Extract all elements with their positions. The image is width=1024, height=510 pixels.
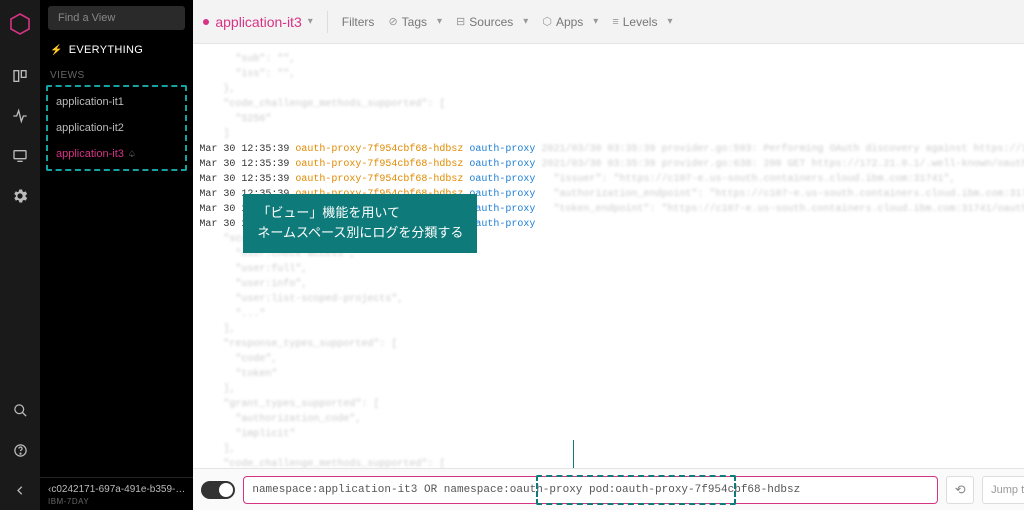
main-area: application-it3 ▾ Filters ⊘Tags▾ ⊟Source… bbox=[193, 0, 1024, 510]
chevron-down-icon: ▾ bbox=[308, 16, 313, 27]
breadcrumb-app[interactable]: application-it3 ▾ bbox=[203, 14, 312, 30]
topbar: application-it3 ▾ Filters ⊘Tags▾ ⊟Source… bbox=[193, 0, 1024, 44]
tags-menu[interactable]: ⊘Tags▾ bbox=[388, 15, 442, 29]
timeframe-input[interactable]: Jump to timeframe bbox=[982, 476, 1024, 504]
breadcrumb-app-label: application-it3 bbox=[215, 14, 301, 30]
sidebar-footer: c0242171-697a-491e-b359-… IBM-7DAY bbox=[40, 477, 193, 510]
pause-toggle[interactable] bbox=[201, 481, 235, 499]
levels-icon: ≡ bbox=[612, 16, 618, 28]
callout-views: 「ビュー」機能を用いて ネームスペース別にログを分類する bbox=[243, 194, 477, 253]
chevron-down-icon: ▾ bbox=[593, 16, 598, 27]
log-viewer[interactable]: "sub": "", "iss": "", }, "code_challenge… bbox=[193, 44, 1024, 468]
bell-icon: ♤ bbox=[128, 149, 136, 159]
sidebar: Find a View EVERYTHING VIEWS application… bbox=[40, 0, 193, 510]
view-item-app-it1[interactable]: application-it1 bbox=[48, 89, 185, 115]
search-icon[interactable] bbox=[0, 390, 40, 430]
sources-menu[interactable]: ⊟Sources▾ bbox=[456, 15, 528, 29]
help-icon[interactable] bbox=[0, 430, 40, 470]
filter-input[interactable]: namespace:application-it3 OR namespace:o… bbox=[243, 476, 938, 504]
settings-icon[interactable] bbox=[0, 176, 40, 216]
filter-text: namespace:application-it3 OR namespace:o… bbox=[252, 484, 800, 496]
views-heading: VIEWS bbox=[40, 64, 193, 85]
monitor-icon[interactable] bbox=[0, 136, 40, 176]
view-item-app-it3[interactable]: application-it3♤ bbox=[48, 141, 185, 167]
plan-label: IBM-7DAY bbox=[48, 497, 185, 506]
views-highlight-box: application-it1 application-it2 applicat… bbox=[46, 85, 187, 171]
sources-icon: ⊟ bbox=[456, 15, 465, 28]
collapse-icon[interactable] bbox=[0, 470, 40, 510]
chevron-down-icon: ▾ bbox=[667, 16, 672, 27]
bottom-bar: namespace:application-it3 OR namespace:o… bbox=[193, 468, 1024, 510]
boards-icon[interactable] bbox=[0, 56, 40, 96]
icon-rail bbox=[0, 0, 40, 510]
find-view-input[interactable]: Find a View bbox=[48, 6, 185, 30]
callout-leader-filter bbox=[573, 440, 783, 468]
separator bbox=[327, 11, 328, 33]
chevron-down-icon: ▾ bbox=[523, 16, 528, 27]
everything-view[interactable]: EVERYTHING bbox=[40, 36, 193, 64]
chevron-down-icon: ▾ bbox=[437, 16, 442, 27]
history-button[interactable]: ⟲ bbox=[946, 476, 974, 504]
pulse-icon[interactable] bbox=[0, 96, 40, 136]
view-item-app-it2[interactable]: application-it2 bbox=[48, 115, 185, 141]
account-crumb[interactable]: c0242171-697a-491e-b359-… bbox=[48, 484, 185, 495]
tag-icon: ⊘ bbox=[388, 15, 397, 28]
apps-icon: ⬡ bbox=[542, 15, 552, 28]
status-dot-icon bbox=[203, 19, 209, 25]
apps-menu[interactable]: ⬡Apps▾ bbox=[542, 15, 598, 29]
logo-icon bbox=[8, 12, 32, 36]
levels-menu[interactable]: ≡Levels▾ bbox=[612, 15, 672, 29]
filters-menu[interactable]: Filters bbox=[342, 15, 375, 29]
